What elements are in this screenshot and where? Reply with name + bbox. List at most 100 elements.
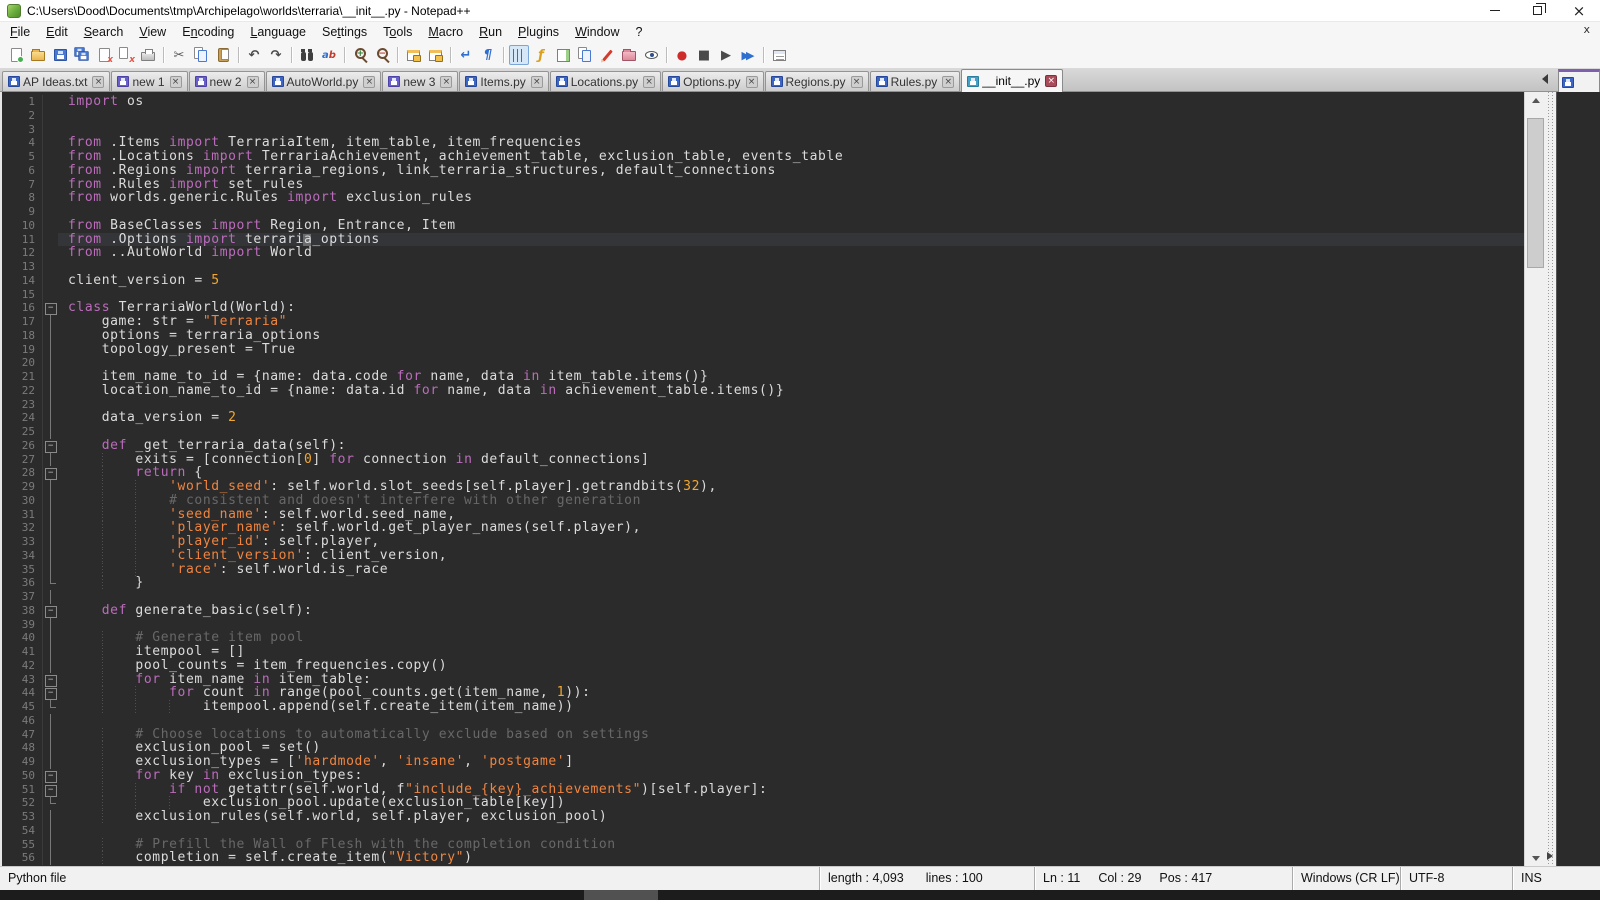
tab-close-icon[interactable]: × [643,76,655,88]
zoom-out-icon[interactable]: − [372,45,392,65]
tab-close-icon[interactable]: × [746,76,758,88]
tab-rules-py[interactable]: Rules.py× [870,71,961,91]
menu-language[interactable]: Language [242,25,314,39]
fold-margin [42,219,58,233]
scrollbar-thumb[interactable] [1527,118,1544,268]
fold-collapse-icon[interactable] [42,686,58,700]
menu-settings[interactable]: Settings [314,25,375,39]
tab-close-icon[interactable]: × [363,76,375,88]
stop-macro-icon[interactable]: ■ [694,45,714,65]
scroll-up-button[interactable] [1525,92,1547,108]
document-map-icon[interactable] [553,45,573,65]
tab-regions-py[interactable]: Regions.py× [765,71,869,91]
menu-tools[interactable]: Tools [375,25,420,39]
menu-edit[interactable]: Edit [38,25,76,39]
fold-collapse-icon[interactable] [42,783,58,797]
paste-icon[interactable] [213,45,233,65]
small-x-icon[interactable]: x [1583,23,1590,36]
macro-grid-icon[interactable] [769,45,789,65]
secondary-editor[interactable] [1556,92,1600,866]
scroll-down-button[interactable] [1525,850,1547,866]
close-all-files-icon[interactable]: x [116,45,136,65]
tab-close-icon[interactable]: × [170,76,182,88]
tab-items-py[interactable]: Items.py× [459,71,548,91]
word-wrap-icon[interactable]: ↵ [456,45,476,65]
sync-horizontal-scroll-icon[interactable] [425,45,445,65]
red-pencil-icon[interactable] [597,45,617,65]
tab-close-icon[interactable]: × [92,76,104,88]
editor[interactable]: 1import os234from .Items import Terraria… [0,92,1524,866]
lightning-icon[interactable]: ƒ [531,45,551,65]
fold-margin [42,700,58,714]
fold-margin [42,136,58,150]
view-splitter[interactable] [1546,92,1556,866]
new-file-icon[interactable] [6,45,26,65]
tab-ap-ideas-txt[interactable]: AP Ideas.txt× [2,71,110,91]
cut-icon[interactable]: ✂ [169,45,189,65]
tab-scroll-left-icon[interactable] [1542,74,1548,84]
tab-close-icon[interactable]: × [531,76,543,88]
close-button[interactable]: × [1558,0,1600,21]
menu-plugins[interactable]: Plugins [510,25,567,39]
fold-collapse-icon[interactable] [42,673,58,687]
menu-search[interactable]: Search [76,25,132,39]
tab-close-icon[interactable]: × [247,76,259,88]
copy-icon[interactable] [191,45,211,65]
open-file-icon[interactable] [28,45,48,65]
save-all-icon[interactable] [72,45,92,65]
vertical-scrollbar[interactable] [1524,92,1546,866]
run-macro-multiple-icon[interactable]: ▶▶ [738,45,758,65]
find-icon[interactable] [297,45,317,65]
indent-guide [102,645,103,659]
document-switcher-icon[interactable] [575,45,595,65]
fold-collapse-icon[interactable] [42,769,58,783]
status-eol-format[interactable]: Windows (CR LF) [1292,867,1400,890]
zoom-in-icon[interactable]: + [350,45,370,65]
tab-close-icon[interactable]: × [942,76,954,88]
menu-encoding[interactable]: Encoding [174,25,242,39]
tab-new-3[interactable]: new 3× [382,71,458,91]
tab-new-2[interactable]: new 2× [189,71,265,91]
fold-collapse-icon[interactable] [42,604,58,618]
menu-[interactable]: ? [628,25,651,39]
status-insert-mode[interactable]: INS [1512,867,1600,890]
tab-locations-py[interactable]: Locations.py× [550,71,661,91]
fold-collapse-icon[interactable] [42,439,58,453]
print-icon[interactable] [138,45,158,65]
pink-folder-icon[interactable] [619,45,639,65]
status-encoding[interactable]: UTF-8 [1400,867,1512,890]
line-number: 36 [2,576,42,590]
play-macro-icon[interactable]: ▶ [716,45,736,65]
sync-vertical-scroll-icon[interactable] [403,45,423,65]
menu-window[interactable]: Window [567,25,627,39]
code-line: 6from .Regions import terraria_regions, … [2,164,1524,178]
restore-button[interactable] [1516,0,1558,21]
undo-icon[interactable]: ↶ [244,45,264,65]
menu-run[interactable]: Run [471,25,510,39]
menu-file[interactable]: File [2,25,38,39]
tab-close-icon[interactable]: × [440,76,452,88]
menu-view[interactable]: View [131,25,174,39]
code-text: topology_present = True [58,342,296,357]
replace-icon[interactable]: ab [319,45,339,65]
minimize-button[interactable] [1474,0,1516,21]
redo-icon[interactable]: ↷ [266,45,286,65]
tab--init-py[interactable]: __init__.py× [961,69,1063,92]
tab-close-icon[interactable]: × [851,76,863,88]
fold-collapse-icon[interactable] [42,466,58,480]
close-file-icon[interactable]: x [94,45,114,65]
tab-new-1[interactable]: new 1× [111,71,187,91]
fold-collapse-icon[interactable] [42,301,58,315]
fold-margin [42,755,58,769]
save-icon[interactable] [50,45,70,65]
record-macro-icon[interactable]: ● [672,45,692,65]
tab-autoworld-py[interactable]: AutoWorld.py× [266,71,382,91]
secondary-view-tab[interactable] [1558,69,1600,92]
tab-options-py[interactable]: Options.py× [662,71,763,91]
tab-close-icon[interactable]: × [1045,75,1057,87]
eye-icon[interactable] [641,45,661,65]
fold-margin [42,274,58,288]
show-all-characters-icon[interactable]: ¶ [478,45,498,65]
indent-guide-icon[interactable] [509,45,529,65]
menu-macro[interactable]: Macro [420,25,471,39]
